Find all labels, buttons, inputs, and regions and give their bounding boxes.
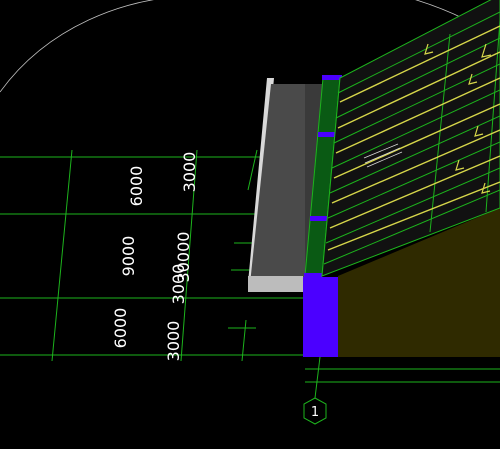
dimension-outer-1: 6000 (127, 166, 146, 207)
dimension-outer-3: 6000 (111, 308, 130, 349)
axis-line (314, 356, 321, 399)
dimension-inner-4: 3000 (164, 321, 183, 362)
axis-bubble-icon[interactable]: 1 (303, 397, 327, 425)
dimension-ticks (32, 156, 263, 356)
cad-drawing-canvas[interactable]: 1 6000 9000 6000 3000 30000 3000 3000 0 (0, 0, 500, 445)
dimension-outer-2: 9000 (119, 236, 138, 277)
axis-bubble-label: 1 (311, 405, 319, 420)
cad-drawing-viewport[interactable]: 1 6000 9000 6000 3000 30000 3000 3000 0 (0, 0, 500, 445)
vertical-dimension-lines (51, 149, 258, 362)
dimension-inner-3: 3000 (169, 264, 188, 305)
dimension-inner-1: 3000 (180, 152, 199, 193)
dimension-labels: 6000 9000 6000 3000 30000 3000 3000 0 (111, 152, 199, 362)
